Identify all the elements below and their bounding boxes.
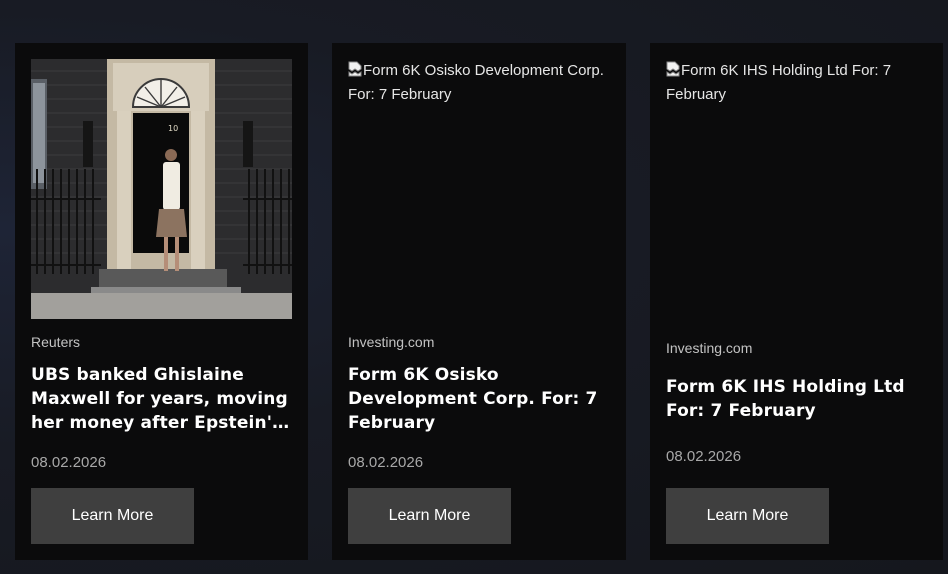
news-card-grid: 10 Reuters UBS banked Ghislaine Maxwell …: [15, 43, 948, 560]
news-source: Reuters: [31, 334, 81, 350]
image-alt-text: Form 6K Osisko Development Corp. For: 7 …: [348, 62, 604, 103]
news-date: 08.02.2026: [348, 454, 424, 471]
news-title[interactable]: Form 6K Osisko Development Corp. For: 7 …: [348, 363, 610, 435]
news-photo[interactable]: 10: [31, 59, 292, 319]
learn-more-button[interactable]: Learn More: [666, 488, 829, 544]
svg-text:10: 10: [168, 124, 178, 133]
news-title[interactable]: UBS banked Ghislaine Maxwell for years, …: [31, 363, 293, 435]
image-alt-text: Form 6K IHS Holding Ltd For: 7 February: [666, 62, 892, 103]
news-card: Form 6K Osisko Development Corp. For: 7 …: [332, 43, 626, 560]
learn-more-button[interactable]: Learn More: [348, 488, 511, 544]
news-title[interactable]: Form 6K IHS Holding Ltd For: 7 February: [666, 375, 928, 447]
broken-image[interactable]: Form 6K IHS Holding Ltd For: 7 February: [666, 59, 928, 107]
news-card: Form 6K IHS Holding Ltd For: 7 February …: [650, 43, 943, 560]
broken-image[interactable]: Form 6K Osisko Development Corp. For: 7 …: [348, 59, 610, 107]
news-date: 08.02.2026: [31, 454, 107, 471]
broken-image-icon: [666, 61, 680, 77]
news-date: 08.02.2026: [666, 448, 742, 465]
broken-image-icon: [348, 61, 362, 77]
learn-more-button[interactable]: Learn More: [31, 488, 194, 544]
news-source: Investing.com: [666, 340, 753, 356]
news-source: Investing.com: [348, 334, 435, 350]
news-card: 10 Reuters UBS banked Ghislaine Maxwell …: [15, 43, 308, 560]
